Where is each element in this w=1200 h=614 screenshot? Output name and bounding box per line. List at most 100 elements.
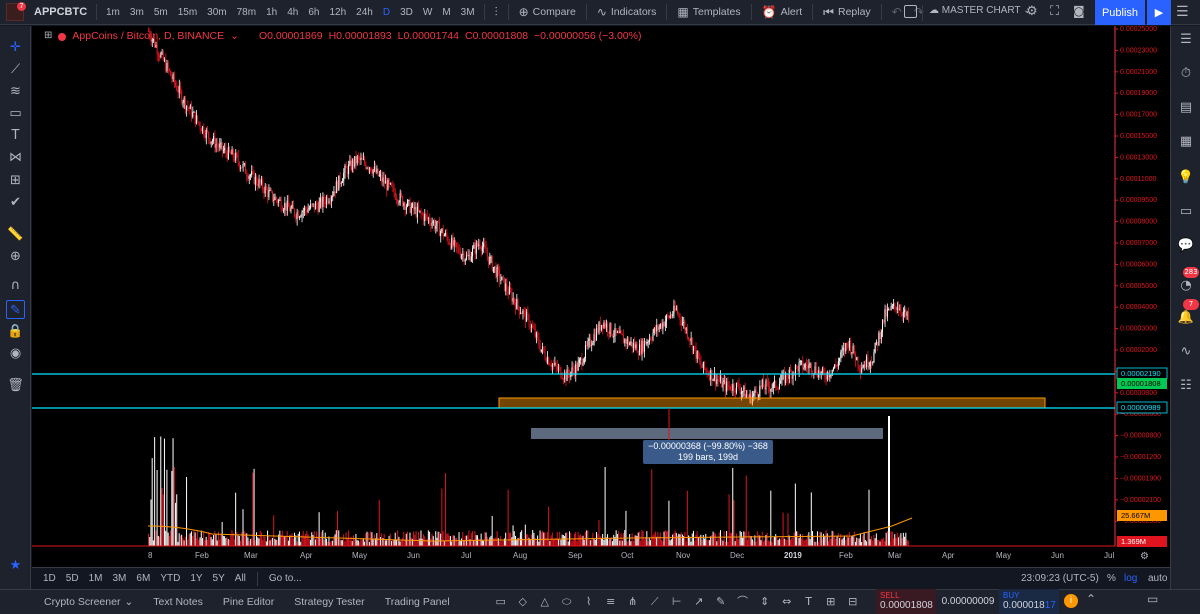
timeframe-6h[interactable]: 6h — [303, 0, 324, 25]
text-icon[interactable]: T — [800, 594, 818, 610]
fib-icon[interactable]: ≋ — [6, 82, 25, 101]
rotated-rectangle-icon[interactable]: ◇ — [514, 594, 532, 610]
chat-icon[interactable]: ▭ — [1176, 202, 1196, 222]
timeframe-1h[interactable]: 1h — [261, 0, 282, 25]
calendar-icon[interactable]: ▦ — [1176, 132, 1196, 152]
range-6M[interactable]: 6M — [131, 573, 155, 584]
range-1D[interactable]: 1D — [38, 573, 61, 584]
range-5Y[interactable]: 5Y — [208, 573, 230, 584]
templates-button[interactable]: ▦ Templates — [671, 0, 746, 25]
timeframe-1m[interactable]: 1m — [101, 0, 125, 25]
goto-button[interactable]: Go to... — [264, 573, 307, 584]
watchlist-icon[interactable]: ☰ — [1176, 4, 1189, 20]
hotlist-icon[interactable]: ∿ — [1176, 342, 1196, 362]
settings-gear-icon[interactable]: ⚙ — [1026, 4, 1038, 19]
watchlist-icon[interactable]: ☰ — [1176, 30, 1196, 50]
price-range-icon[interactable]: ⇕ — [756, 594, 774, 610]
ray-icon[interactable]: ⟋ — [646, 594, 664, 610]
trash-icon[interactable]: 🗑 — [6, 376, 25, 395]
timeframe-15m[interactable]: 15m — [173, 0, 202, 25]
order-panel-icon[interactable]: ☷ — [1176, 376, 1196, 396]
play-icon[interactable]: ▶ — [1147, 0, 1171, 25]
maximize-panel-icon[interactable]: ▭ — [1147, 592, 1158, 606]
fullscreen-icon[interactable] — [904, 5, 917, 18]
pen-icon[interactable]: ✎ — [712, 594, 730, 610]
timeframe-3m[interactable]: 3m — [125, 0, 149, 25]
chart-pane[interactable]: 0.00025000 0.00023000 0.00021000 0.00019000… — [32, 26, 1170, 567]
fullscreen-expand-icon[interactable]: ⛶ — [1050, 4, 1059, 19]
timeframe-3M[interactable]: 3M — [456, 0, 480, 25]
zoom-icon[interactable]: ⊕ — [6, 247, 25, 266]
timeframe-4h[interactable]: 4h — [282, 0, 303, 25]
horizontal-ray-icon[interactable]: ⊢ — [668, 594, 686, 610]
publish-button[interactable]: Publish — [1095, 0, 1145, 25]
buy-button[interactable]: BUY 0.00001817 — [999, 589, 1059, 614]
alert-button[interactable]: ⏰ Alert — [756, 0, 809, 25]
symbol-search[interactable]: APPCBTC — [30, 6, 92, 18]
data-window-icon[interactable]: ▤ — [1176, 98, 1196, 118]
sell-button[interactable]: SELL 0.00001808 — [876, 589, 936, 614]
crosshair-icon[interactable]: ✛ — [6, 38, 25, 57]
bottom-tab-1[interactable]: Text Notes — [143, 590, 213, 614]
check-icon[interactable]: ✔ — [6, 193, 25, 212]
timeframe-30m[interactable]: 30m — [202, 0, 231, 25]
favorites-star-icon[interactable]: ★ — [6, 556, 25, 575]
legend-chevron-icon[interactable]: ⌄ — [230, 30, 239, 42]
timeframe-M[interactable]: M — [437, 0, 455, 25]
camera-icon[interactable]: ◙ — [1073, 4, 1085, 18]
timeframe-W[interactable]: W — [418, 0, 437, 25]
timeframe-D[interactable]: D — [378, 0, 395, 25]
ruler-icon[interactable]: 📏 — [6, 225, 25, 244]
legend-symbol-title[interactable]: AppCoins / Bitcoin, D, BINANCE — [72, 30, 224, 42]
layout-menu[interactable]: ☁ MASTER CHART ⌄ — [929, 5, 1031, 16]
pitchfork-icon[interactable]: ⋔ — [624, 594, 642, 610]
indicators-button[interactable]: ∿ Indicators — [591, 0, 663, 25]
scale-settings-gear-icon[interactable]: ⚙ — [1140, 551, 1149, 562]
arrow-icon[interactable]: ↗ — [690, 594, 708, 610]
info-icon[interactable]: i — [1064, 594, 1078, 608]
clock-icon[interactable]: ⏱ — [1176, 64, 1196, 84]
bottom-tab-4[interactable]: Trading Panel — [375, 590, 460, 614]
lock-icon[interactable]: 🔒 — [6, 322, 25, 341]
timeframe-5m[interactable]: 5m — [149, 0, 173, 25]
chat-room-icon[interactable]: 💬 — [1176, 236, 1196, 256]
text-icon[interactable]: T — [6, 126, 25, 145]
trend-line-icon[interactable]: ⟋ — [6, 60, 25, 79]
timeframe-12h[interactable]: 12h — [324, 0, 351, 25]
magnet-icon[interactable]: ∩ — [6, 276, 25, 295]
stay-in-drawing-icon[interactable]: ✎ — [6, 300, 25, 319]
range-3M[interactable]: 3M — [108, 573, 132, 584]
ideas-icon[interactable]: 💡 — [1176, 168, 1196, 188]
chart-style-button[interactable]: ⫶ — [489, 0, 504, 25]
eye-icon[interactable]: ◉ — [6, 344, 25, 363]
brush-icon[interactable]: ⌒ — [734, 594, 752, 610]
auto-toggle[interactable]: auto — [1143, 573, 1172, 584]
timeframe-78m[interactable]: 78m — [232, 0, 261, 25]
log-toggle[interactable]: log — [1119, 573, 1142, 584]
timeframe-3D[interactable]: 3D — [395, 0, 418, 25]
bottom-tab-0[interactable]: Crypto Screener ⌄ — [34, 590, 143, 614]
bottom-tab-2[interactable]: Pine Editor — [213, 590, 284, 614]
range-YTD[interactable]: YTD — [155, 573, 185, 584]
date-range-icon[interactable]: ⇔ — [778, 594, 796, 610]
range-1Y[interactable]: 1Y — [185, 573, 207, 584]
pattern-icon[interactable]: ⋈ — [6, 148, 25, 167]
fib-icon[interactable]: ≡ — [602, 594, 620, 610]
user-avatar[interactable]: 7 — [0, 0, 30, 25]
collapse-legend-icon[interactable]: ⊞ — [44, 30, 52, 42]
ellipse-icon[interactable]: ⬭ — [558, 594, 576, 610]
short-position-icon[interactable]: ⊟ — [844, 594, 862, 610]
prediction-icon[interactable]: ⊞ — [6, 171, 25, 190]
price-chart[interactable]: 0.00025000 0.00023000 0.00021000 0.00019000… — [32, 26, 1170, 567]
replay-button[interactable]: ⏮ Replay — [817, 0, 877, 25]
triangle-icon[interactable]: △ — [536, 594, 554, 610]
bell-icon[interactable]: 🔔 — [1176, 308, 1196, 328]
compare-button[interactable]: ⊕ Compare — [513, 0, 582, 25]
rectangle-icon[interactable]: ▭ — [492, 594, 510, 610]
range-All[interactable]: All — [230, 573, 251, 584]
timeframe-24h[interactable]: 24h — [351, 0, 378, 25]
path-icon[interactable]: ⌇ — [580, 594, 598, 610]
long-position-icon[interactable]: ⊞ — [822, 594, 840, 610]
range-1M[interactable]: 1M — [84, 573, 108, 584]
range-5D[interactable]: 5D — [61, 573, 84, 584]
